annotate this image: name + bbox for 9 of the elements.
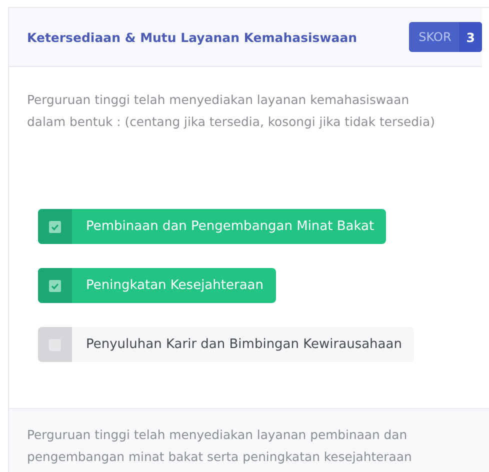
checkbox[interactable] [49, 280, 61, 292]
card-title: Ketersediaan & Mutu Layanan Kemahasiswaan [27, 30, 358, 44]
checkbox[interactable] [49, 220, 61, 232]
footer-text: Perguruan tinggi telah menyediakan layanan pembinaan dan pengembangan minat bakat serta peningkatan kesejahteraan [27, 426, 413, 466]
score-value: 3 [459, 22, 482, 52]
checkbox-option[interactable]: Peningkatan Kesejahteraan [38, 268, 276, 303]
question-text: Perguruan tinggi telah menyediakan layanan kemahasiswaan dalam bentuk : (centang jika tersedia, kosongi jika tidak tersedia) [27, 91, 436, 131]
checkbox-option[interactable]: Pembinaan dan Pengembangan Minat Bakat [38, 209, 386, 244]
score-label: SKOR [418, 29, 452, 46]
